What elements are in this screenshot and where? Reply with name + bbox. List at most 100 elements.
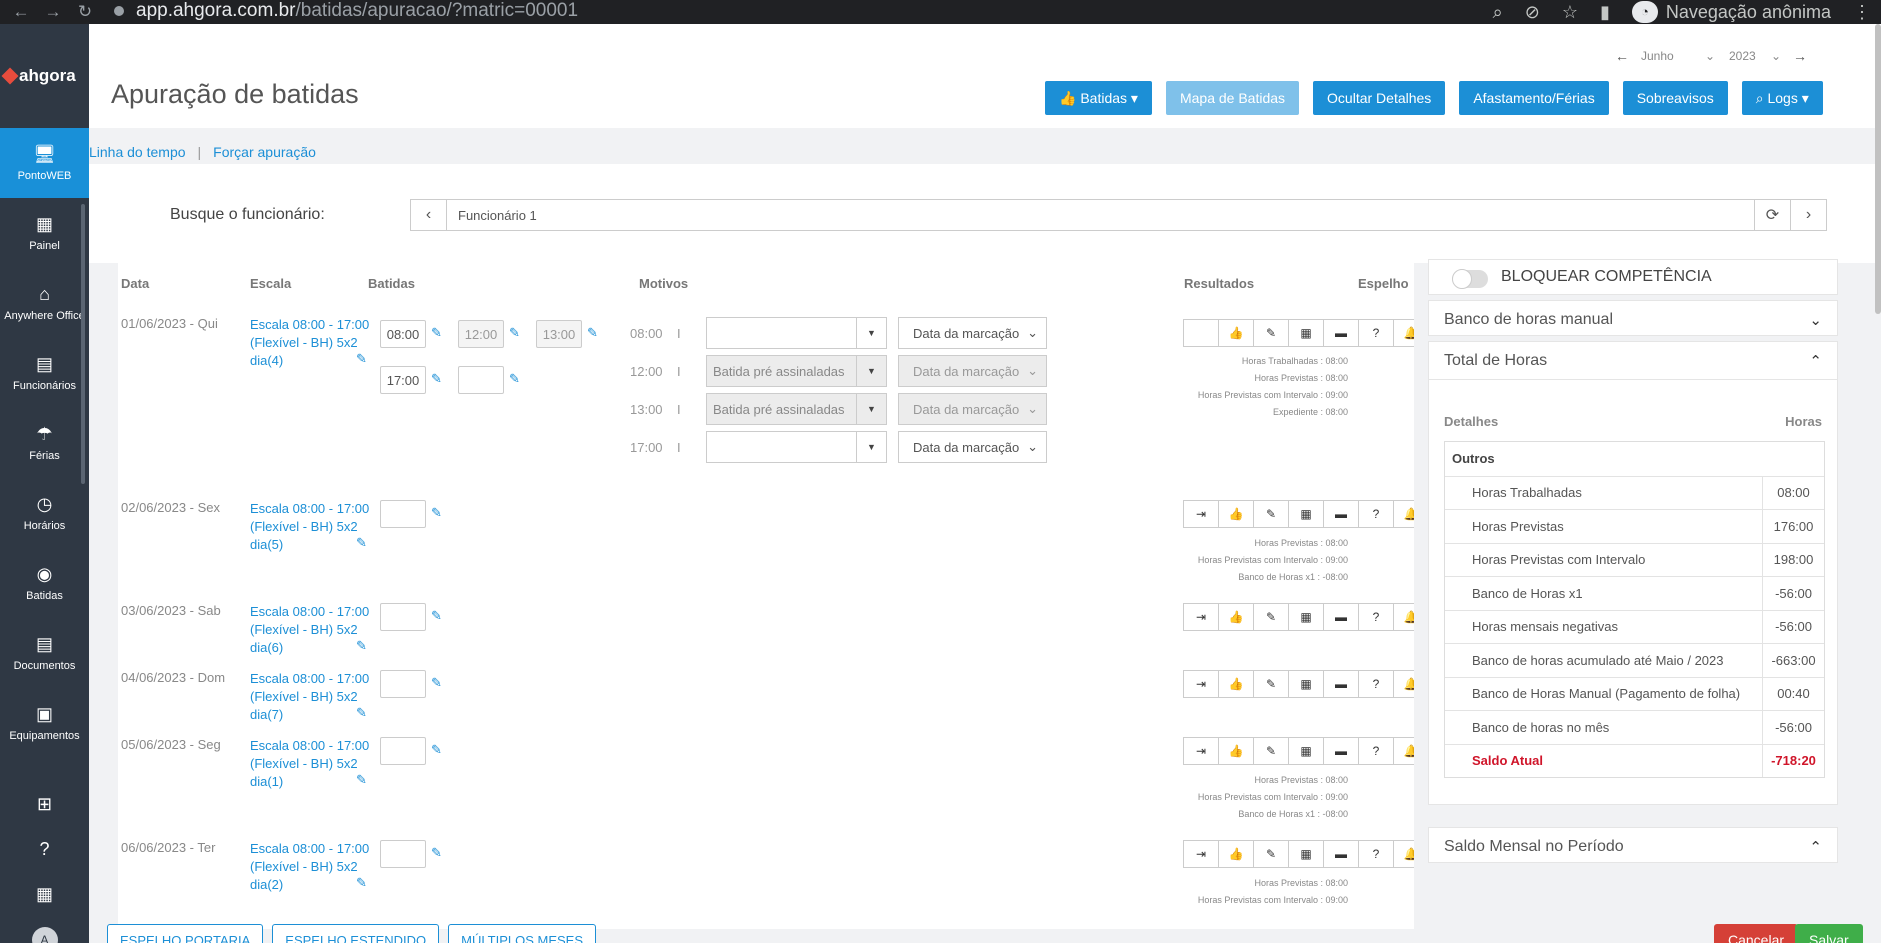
batidas-dropdown-button[interactable]: 👍 Batidas ▾: [1045, 81, 1152, 115]
comment-icon[interactable]: ▬: [1323, 670, 1359, 698]
sidebar-item-pontoweb[interactable]: 🖥 PontoWEB: [0, 128, 89, 198]
edit-punch-icon[interactable]: ✎: [509, 325, 520, 341]
bell-icon[interactable]: 🔔: [1393, 603, 1414, 631]
comment-icon[interactable]: ▬: [1323, 319, 1359, 347]
sidebar-item-funcionarios[interactable]: ▤ Funcionários: [0, 338, 89, 408]
edit-scale-icon[interactable]: ✎: [356, 638, 367, 654]
marcacao-type-select[interactable]: Data da marcação ⌄: [898, 317, 1047, 349]
sidebar-item-ferias[interactable]: ☂ Férias: [0, 408, 89, 478]
bell-icon[interactable]: 🔔: [1393, 737, 1414, 765]
approve-icon[interactable]: 👍: [1218, 319, 1254, 347]
day-scale-link[interactable]: Escala 08:00 - 17:00 (Flexível - BH) 5x2…: [250, 316, 370, 370]
bell-icon[interactable]: 🔔: [1393, 840, 1414, 868]
edit-punch-icon[interactable]: ✎: [431, 608, 442, 624]
comment-icon[interactable]: ▬: [1323, 500, 1359, 528]
refresh-icon[interactable]: ⟳: [1754, 200, 1790, 230]
punch-input[interactable]: 08:00: [380, 320, 426, 348]
apps-grid-icon[interactable]: ⊞: [0, 782, 89, 827]
approve-icon[interactable]: 👍: [1218, 840, 1254, 868]
edit-icon[interactable]: ✎: [1253, 603, 1289, 631]
marcacao-type-select[interactable]: Data da marcação ⌄: [898, 393, 1047, 425]
sidebar-scrollbar[interactable]: [81, 204, 85, 484]
logs-dropdown-button[interactable]: ⌕ Logs ▾: [1741, 81, 1823, 115]
employee-select[interactable]: Funcionário 1: [447, 200, 1754, 230]
comment-icon[interactable]: ▬: [1323, 737, 1359, 765]
prev-employee-button[interactable]: ‹: [411, 200, 447, 230]
forward-icon[interactable]: →: [42, 2, 64, 22]
motivo-select[interactable]: ▼: [706, 431, 887, 463]
edit-punch-icon[interactable]: ✎: [431, 505, 442, 521]
punch-input[interactable]: [380, 670, 426, 698]
punch-input[interactable]: 12:00: [458, 320, 504, 348]
brand-logo[interactable]: ahgora: [0, 24, 89, 128]
saldo-mensal-accordion[interactable]: Saldo Mensal no Período ⌃: [1428, 827, 1838, 863]
timeline-link[interactable]: Linha do tempo: [89, 144, 186, 160]
edit-icon[interactable]: ✎: [1253, 319, 1289, 347]
day-scale-link[interactable]: Escala 08:00 - 17:00 (Flexível - BH) 5x2…: [250, 840, 370, 894]
multiplos-meses-button[interactable]: MÚLTIPLOS MESES: [448, 924, 596, 943]
day-scale-link[interactable]: Escala 08:00 - 17:00 (Flexível - BH) 5x2…: [250, 603, 370, 657]
marcacao-type-select[interactable]: Data da marcação ⌄: [898, 355, 1047, 387]
incognito-indicator[interactable]: ◔ Navegação anônima: [1631, 1, 1831, 23]
edit-scale-icon[interactable]: ✎: [356, 772, 367, 788]
motivo-select[interactable]: ▼: [706, 317, 887, 349]
bloquear-toggle[interactable]: [1452, 269, 1488, 289]
day-scale-link[interactable]: Escala 08:00 - 17:00 (Flexível - BH) 5x2…: [250, 670, 370, 724]
punch-input[interactable]: 17:00: [380, 366, 426, 394]
sidepanel-icon[interactable]: ▮: [1600, 2, 1610, 23]
punch-input[interactable]: [380, 840, 426, 868]
espelho-portaria-button[interactable]: ESPELHO PORTARIA: [107, 924, 264, 943]
total-horas-title[interactable]: Total de Horas: [1444, 352, 1547, 370]
exit-icon[interactable]: ⇥: [1183, 603, 1219, 631]
edit-punch-icon[interactable]: ✎: [431, 675, 442, 691]
punch-input[interactable]: [380, 603, 426, 631]
sobreavisos-button[interactable]: Sobreavisos: [1622, 81, 1728, 115]
bell-icon[interactable]: 🔔: [1393, 670, 1414, 698]
exit-icon[interactable]: ⇥: [1183, 840, 1219, 868]
cancel-button[interactable]: Cancelar: [1714, 924, 1799, 943]
edit-icon[interactable]: ✎: [1253, 840, 1289, 868]
next-period-icon[interactable]: →: [1791, 48, 1809, 64]
day-scale-link[interactable]: Escala 08:00 - 17:00 (Flexível - BH) 5x2…: [250, 737, 370, 791]
day-scale-link[interactable]: Escala 08:00 - 17:00 (Flexível - BH) 5x2…: [250, 500, 370, 554]
help-icon[interactable]: ?: [1358, 500, 1394, 528]
sidebar-item-anywhere-office[interactable]: ⌂ Anywhere Office: [0, 268, 89, 338]
exit-icon[interactable]: ⇥: [1183, 670, 1219, 698]
sidebar-item-horarios[interactable]: ◷ Horários: [0, 478, 89, 548]
zoom-icon[interactable]: ⌕: [1493, 2, 1503, 23]
back-icon[interactable]: ←: [10, 2, 32, 22]
address-bar[interactable]: app.ahgora.com.br/batidas/apuracao/?matr…: [112, 0, 1652, 22]
page-scrollbar[interactable]: [1875, 24, 1881, 314]
calendar-icon[interactable]: ▦: [1288, 670, 1324, 698]
edit-punch-icon[interactable]: ✎: [587, 325, 598, 341]
punch-input[interactable]: 13:00: [536, 320, 582, 348]
month-select[interactable]: Junho ⌄: [1637, 49, 1719, 63]
help-icon[interactable]: ?: [1358, 840, 1394, 868]
edit-punch-icon[interactable]: ✎: [509, 371, 520, 387]
motivo-select[interactable]: Batida pré assinaladas ▼: [706, 355, 887, 387]
calendar-icon[interactable]: ▦: [1288, 500, 1324, 528]
star-icon[interactable]: ☆: [1562, 2, 1578, 23]
help-icon[interactable]: ?: [1358, 737, 1394, 765]
save-button[interactable]: Salvar: [1795, 924, 1863, 943]
help-icon[interactable]: ?: [0, 827, 89, 872]
sidebar-item-painel[interactable]: ▦ Painel: [0, 198, 89, 268]
edit-punch-icon[interactable]: ✎: [431, 371, 442, 387]
calendar-icon[interactable]: ▦: [1288, 840, 1324, 868]
afastamento-ferias-button[interactable]: Afastamento/Férias: [1459, 81, 1609, 115]
eye-off-icon[interactable]: ⊘: [1525, 2, 1540, 23]
building-icon[interactable]: ▦: [0, 872, 89, 917]
exit-icon[interactable]: ⇥: [1183, 500, 1219, 528]
comment-icon[interactable]: ▬: [1323, 603, 1359, 631]
avatar[interactable]: A: [31, 927, 58, 943]
edit-punch-icon[interactable]: ✎: [431, 845, 442, 861]
help-icon[interactable]: ?: [1358, 319, 1394, 347]
approve-icon[interactable]: 👍: [1218, 737, 1254, 765]
approve-icon[interactable]: 👍: [1218, 500, 1254, 528]
banco-horas-manual-accordion[interactable]: Banco de horas manual ⌄: [1428, 300, 1838, 336]
motivo-select[interactable]: Batida pré assinaladas ▼: [706, 393, 887, 425]
sidebar-item-batidas[interactable]: ◉ Batidas: [0, 548, 89, 618]
menu-icon[interactable]: ⋮: [1853, 2, 1871, 23]
edit-scale-icon[interactable]: ✎: [356, 351, 367, 367]
prev-period-icon[interactable]: ←: [1613, 48, 1631, 64]
